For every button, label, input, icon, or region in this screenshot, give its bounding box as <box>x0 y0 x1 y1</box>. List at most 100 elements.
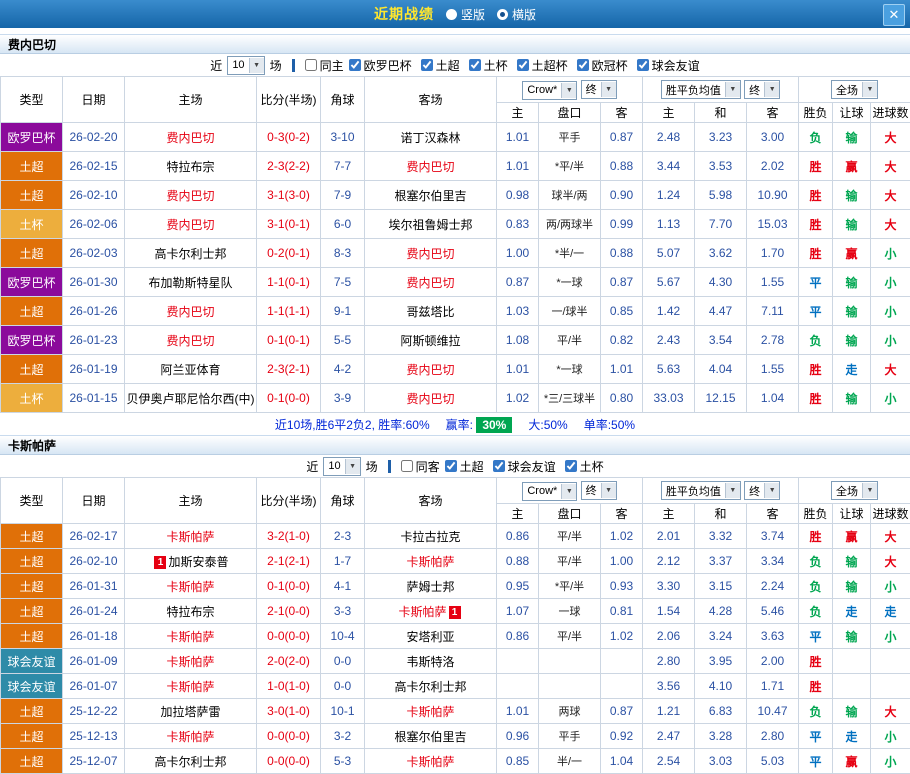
layout-radio-horizontal[interactable]: 横版 <box>497 6 536 23</box>
match-result: 平 <box>799 724 833 749</box>
layout-radio-vertical[interactable]: 竖版 <box>446 6 485 23</box>
titlebar: 近期战绩 竖版 横版 ✕ <box>0 0 910 28</box>
league-checkbox-input[interactable] <box>493 460 505 472</box>
league-type-cell: 欧罗巴杯 <box>1 268 63 297</box>
asian-away-odds: 1.02 <box>601 524 643 549</box>
away-team: 卡斯帕萨 <box>365 549 497 574</box>
goals-result: 小 <box>871 574 910 599</box>
league-checkbox-input[interactable] <box>469 59 481 71</box>
filter-row: 近 10 ▼ 场 同主 欧罗巴杯土超土杯土超杯欧冠杯球会友谊 <box>0 54 910 76</box>
euro-away-odds: 1.55 <box>747 355 799 384</box>
league-checkbox-input[interactable] <box>421 59 433 71</box>
close-icon[interactable]: ✕ <box>883 4 905 26</box>
home-team: 卡斯帕萨 <box>125 624 257 649</box>
asian-away-odds <box>601 649 643 674</box>
team-name: 卡斯帕萨 <box>166 630 214 644</box>
away-team: 费内巴切 <box>365 268 497 297</box>
euro-final-select[interactable]: 终▼ <box>744 80 780 99</box>
matches-label: 场 <box>270 57 282 74</box>
match-count-select[interactable]: 10 ▼ <box>323 457 360 476</box>
goals-result: 大 <box>871 524 910 549</box>
home-team: 1加斯安泰普 <box>125 549 257 574</box>
league-type-cell: 土超 <box>1 355 63 384</box>
match-date: 26-02-10 <box>63 181 125 210</box>
odds-final-select[interactable]: 终▼ <box>581 80 617 99</box>
scope-select[interactable]: 全场▼ <box>831 80 878 99</box>
match-score: 2-0(2-0) <box>257 649 321 674</box>
league-checkbox-input[interactable] <box>517 59 529 71</box>
euro-odds-select[interactable]: 胜平负均值▼ <box>661 80 741 99</box>
team-name: 诺丁汉森林 <box>400 131 460 145</box>
scope-header: 全场▼ <box>799 77 910 103</box>
odds-final-select[interactable]: 终▼ <box>581 481 617 500</box>
summary-text: 近10场,胜6平2负2, 胜率:60% <box>275 416 430 433</box>
euro-home-odds: 5.67 <box>643 268 695 297</box>
match-score: 2-3(2-2) <box>257 152 321 181</box>
league-filter-checkbox[interactable]: 土超杯 <box>517 57 568 74</box>
league-filter-checkbox[interactable]: 球会友谊 <box>637 57 700 74</box>
match-result: 负 <box>799 326 833 355</box>
asian-handicap-line: 平手 <box>539 724 601 749</box>
asian-home-odds: 1.03 <box>497 297 539 326</box>
league-filter-checkbox[interactable]: 土杯 <box>469 57 508 74</box>
euro-odds-select[interactable]: 胜平负均值▼ <box>661 481 741 500</box>
euro-away-odds: 3.74 <box>747 524 799 549</box>
euro-home-odds: 1.54 <box>643 599 695 624</box>
near-label: 近 <box>210 57 222 74</box>
league-checkbox-input[interactable] <box>349 59 361 71</box>
match-row: 土超26-02-03高卡尔利士邦0-2(0-1)8-3费内巴切1.00*半/一0… <box>1 239 910 268</box>
away-team: 卡斯帕萨 <box>365 749 497 774</box>
sub-col-eu-draw: 和 <box>695 504 747 524</box>
scope-select[interactable]: 全场▼ <box>831 481 878 500</box>
euro-final-select[interactable]: 终▼ <box>744 481 780 500</box>
league-checkbox-input[interactable] <box>445 460 457 472</box>
radio-horizontal-label: 横版 <box>512 6 536 23</box>
odds-company-select[interactable]: Crow*▼ <box>522 81 577 100</box>
match-score: 3-1(0-1) <box>257 210 321 239</box>
radio-icon[interactable] <box>446 9 457 20</box>
asian-handicap-line: *半/一 <box>539 239 601 268</box>
goals-result: 大 <box>871 152 910 181</box>
handicap-result: 输 <box>833 624 871 649</box>
match-row: 欧罗巴杯26-02-20费内巴切0-3(0-2)3-10诺丁汉森林1.01平手0… <box>1 123 910 152</box>
odds-company-select[interactable]: Crow*▼ <box>522 482 577 501</box>
same-venue-checkbox[interactable]: 同主 <box>305 57 344 74</box>
asian-handicap-line: *平/半 <box>539 152 601 181</box>
euro-away-odds: 7.11 <box>747 297 799 326</box>
asian-home-odds: 1.01 <box>497 355 539 384</box>
win-rate-label: 赢率: <box>446 418 473 432</box>
league-filter-list: 欧罗巴杯土超土杯土超杯欧冠杯球会友谊 <box>349 57 700 74</box>
scope-header: 全场▼ <box>799 478 910 504</box>
league-checkbox-input[interactable] <box>565 460 577 472</box>
league-type-cell: 欧罗巴杯 <box>1 123 63 152</box>
league-checkbox-input[interactable] <box>577 59 589 71</box>
home-team: 费内巴切 <box>125 181 257 210</box>
same-venue-checkbox[interactable]: 同客 <box>401 458 440 475</box>
same-venue-checkbox-input[interactable] <box>401 460 413 472</box>
league-filter-checkbox[interactable]: 球会友谊 <box>493 458 556 475</box>
league-type-cell: 土超 <box>1 239 63 268</box>
sub-col-result: 胜负 <box>799 103 833 123</box>
euro-draw-odds: 3.24 <box>695 624 747 649</box>
league-checkbox-input[interactable] <box>637 59 649 71</box>
league-filter-checkbox[interactable]: 土超 <box>445 458 484 475</box>
match-count-select[interactable]: 10 ▼ <box>227 56 264 75</box>
radio-icon[interactable] <box>497 9 508 20</box>
asian-home-odds: 1.01 <box>497 123 539 152</box>
filter-row: 近 10 ▼ 场 同客 土超球会友谊土杯 <box>0 455 910 477</box>
league-filter-checkbox[interactable]: 土超 <box>421 57 460 74</box>
radio-vertical-label: 竖版 <box>461 6 485 23</box>
filter-divider <box>292 59 295 72</box>
league-filter-checkbox[interactable]: 欧冠杯 <box>577 57 628 74</box>
league-filter-checkbox[interactable]: 欧罗巴杯 <box>349 57 412 74</box>
asian-away-odds: 0.90 <box>601 181 643 210</box>
team-name: 特拉布宗 <box>166 605 214 619</box>
league-filter-checkbox[interactable]: 土杯 <box>565 458 604 475</box>
home-team: 贝伊奥卢耶尼恰尔西(中) <box>125 384 257 413</box>
chevron-down-icon: ▼ <box>249 58 264 73</box>
match-date: 26-01-23 <box>63 326 125 355</box>
goals-result: 小 <box>871 724 910 749</box>
same-venue-checkbox-input[interactable] <box>305 59 317 71</box>
match-result: 负 <box>799 599 833 624</box>
home-team: 卡斯帕萨 <box>125 649 257 674</box>
